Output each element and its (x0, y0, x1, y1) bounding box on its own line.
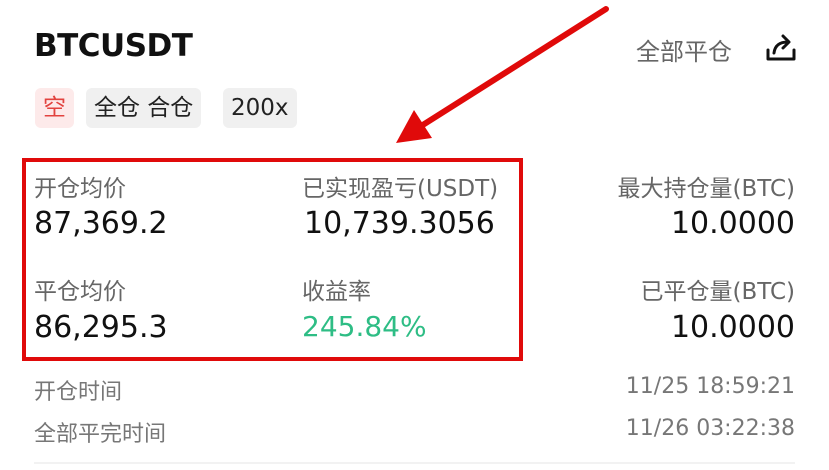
close-time-label: 全部平完时间 (34, 422, 167, 447)
open-time-value: 11/25 18:59:21 (625, 374, 795, 399)
divider (34, 462, 795, 464)
annotation-arrow (396, 6, 609, 143)
close-time-value: 11/26 03:22:38 (625, 416, 795, 441)
open-time-label: 开仓时间 (34, 380, 123, 405)
